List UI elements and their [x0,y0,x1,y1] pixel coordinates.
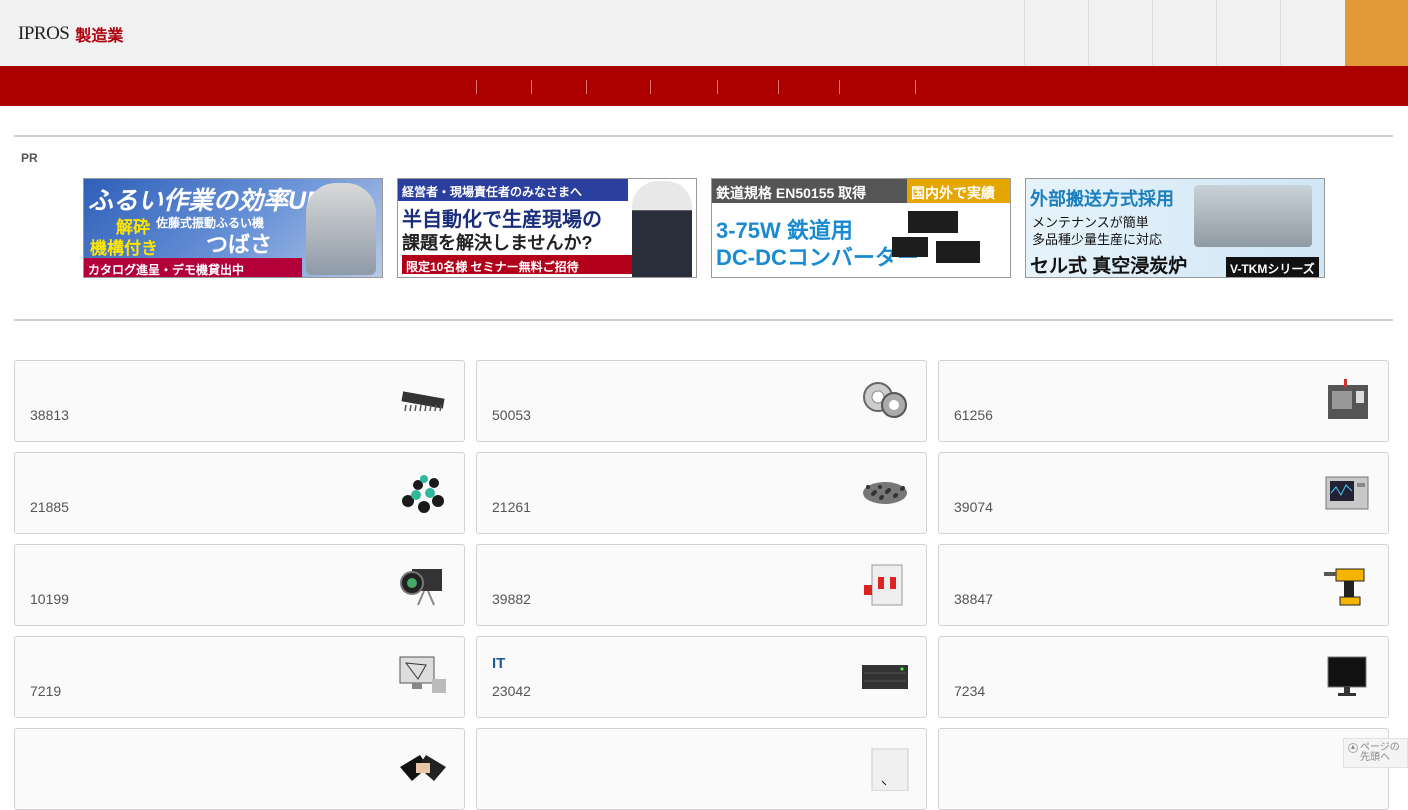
ad-label: PR [21,151,38,165]
nav-item[interactable] [586,80,587,94]
molecule-icon [398,471,448,515]
category-count: 10199 [30,591,69,607]
category-count: 50053 [492,407,531,423]
site-header: IPROS 製造業 [0,0,1408,66]
nav-item[interactable] [650,80,651,94]
category-tile[interactable]: 38847 [938,544,1389,626]
category-tile[interactable]: 38813 [14,360,465,442]
converter-module-image [892,237,928,257]
category-tile[interactable] [938,728,1389,810]
ad-banner-sieve[interactable]: ふるい作業の効率UP 解砕 機構付き 佐藤式振動ふるい機 つばさ カタログ進呈・… [83,178,383,278]
banner-product: セル式 真空浸炭炉 [1030,256,1188,277]
banner-text: 多品種少量生産に対応 [1032,232,1163,247]
converter-module-image [936,241,980,263]
category-count: 7219 [30,683,62,699]
converter-module-image [908,211,958,233]
banner-headline: 外部搬送方式採用 [1030,189,1174,209]
category-count: 23042 [492,683,531,699]
handshake-icon [398,747,448,791]
nav-item[interactable] [915,80,916,94]
category-tile[interactable]: 10199 [14,544,465,626]
banner-text: 課題を解決しませんか? [402,233,593,253]
breaker-icon [860,563,910,607]
category-count: 21885 [30,499,69,515]
divider [14,135,1393,137]
display-monitor-icon [1322,655,1372,699]
nav-item[interactable] [476,80,477,94]
header-menu-button[interactable] [1345,0,1408,66]
page-top-button[interactable]: ▲ ページの 先頭へ [1343,738,1408,768]
ad-banner-dcdc[interactable]: 鉄道規格 EN50155 取得 国内外で実績 3-75W 鉄道用 DC-DCコン… [711,178,1011,278]
category-count: 39882 [492,591,531,607]
banner-headline: ふるい作業の効率UP [88,187,323,215]
drill-icon [1322,563,1372,607]
banner-text: 経営者・現場責任者のみなさまへ [398,179,628,201]
pellets-icon [860,471,910,515]
category-tile[interactable]: 39882 [476,544,927,626]
site-logo[interactable]: IPROS 製造業 [18,22,123,46]
banner-headline: 半自動化で生産現場の [402,209,602,231]
category-count: 21261 [492,499,531,515]
banner-text: 国内外で実績 [907,179,1010,203]
category-tile[interactable]: 7234 [938,636,1389,718]
header-favorite-button[interactable] [1152,0,1216,66]
category-tile[interactable]: 61256 [938,360,1389,442]
header-user-button[interactable] [1088,0,1152,66]
server-icon [860,655,910,699]
ad-banner-furnace[interactable]: 外部搬送方式採用 メンテナンスが簡単 多品種少量生産に対応 セル式 真空浸炭炉 … [1025,178,1325,278]
global-nav [0,66,1408,106]
logo-subtitle: 製造業 [75,28,124,45]
nav-item[interactable] [839,80,840,94]
category-count: 38813 [30,407,69,423]
page-top-label: 先頭へ [1360,752,1390,763]
category-tile[interactable]: 21261 [476,452,927,534]
category-tile[interactable]: 39074 [938,452,1389,534]
header-search-button[interactable] [1024,0,1088,66]
category-tile[interactable]: 21885 [14,452,465,534]
camera-icon [398,563,448,607]
banner-text: DC-DCコンバーター [716,245,919,270]
cad-monitor-icon [398,655,448,699]
category-tile[interactable]: 7219 [14,636,465,718]
presenter-photo [632,181,692,277]
ic-chip-icon [398,379,448,423]
header-notification-button[interactable] [1280,0,1344,66]
oscilloscope-icon [1322,471,1372,515]
banner-product: つばさ [206,232,273,257]
nav-item[interactable] [778,80,779,94]
bearing-icon [860,379,910,423]
category-tile[interactable] [476,728,927,810]
logo-wordmark: IPROS [18,23,70,44]
divider [14,319,1393,321]
ad-banner-seminar[interactable]: 経営者・現場責任者のみなさまへ 半自動化で生産現場の 課題を解決しませんか? 限… [397,178,697,278]
category-tile[interactable]: 50053 [476,360,927,442]
document-icon [860,747,910,792]
banner-cta: カタログ進呈・デモ機貸出中 [84,258,302,277]
banner-series: V-TKMシリーズ [1226,257,1319,277]
banner-text: 機構付き [90,239,158,258]
nav-item[interactable] [531,80,532,94]
banner-text: 鉄道規格 EN50155 取得 [712,179,907,203]
category-title: IT [492,655,506,672]
category-count: 61256 [954,407,993,423]
furnace-machine-image [1194,185,1312,247]
category-count: 38847 [954,591,993,607]
cnc-machine-icon [1322,379,1372,423]
sieve-machine-image [306,183,376,275]
nav-item[interactable] [717,80,718,94]
category-count: 7234 [954,683,986,699]
header-cart-button[interactable] [1216,0,1280,66]
category-tile[interactable]: IT 23042 [476,636,927,718]
category-count: 39074 [954,499,993,515]
category-tile[interactable] [14,728,465,810]
arrow-up-icon: ▲ [1348,743,1358,753]
banner-cta: 限定10名様 セミナー無料ご招待 [402,255,632,274]
